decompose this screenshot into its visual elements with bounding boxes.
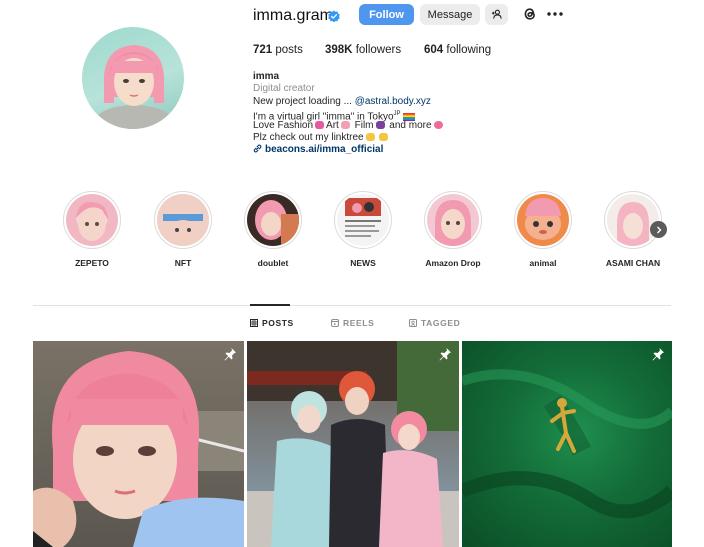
verified-badge-icon	[328, 10, 340, 23]
highlight-amazon-drop[interactable]	[424, 191, 482, 249]
highlight-label: ASAMI CHAN	[605, 258, 661, 268]
bio-category: Digital creator	[253, 83, 315, 94]
bio-line-2-suffix: JP	[393, 111, 401, 117]
highlight-doublet-thumb	[247, 194, 299, 246]
highlight-label: animal	[529, 258, 557, 268]
link-icon	[253, 144, 262, 153]
post-3-image	[462, 369, 672, 519]
bio-display-name: imma	[253, 71, 280, 82]
highlight-zepeto[interactable]	[63, 191, 121, 249]
tab-posts[interactable]: POSTS	[250, 318, 294, 328]
post-tile-2[interactable]	[247, 341, 459, 547]
following-count-label: following	[446, 44, 492, 56]
bio-line-4: Plz check out my linktree	[253, 132, 390, 144]
point-down-emoji-icon	[365, 133, 375, 142]
bio-mention-link[interactable]: @astral.body.xyz	[355, 96, 431, 107]
bio-line-3-c: Film	[354, 120, 374, 131]
bio-line-3-d: and more	[389, 120, 432, 131]
bio-line-4-text: Plz check out my linktree	[253, 132, 364, 143]
followers-count-value: 398K	[325, 44, 353, 56]
clapper-emoji-icon	[375, 121, 385, 130]
post-tile-1[interactable]	[33, 341, 244, 547]
message-button[interactable]: Message	[420, 4, 480, 25]
pinned-icon	[439, 348, 451, 361]
bio-link-text: beacons.ai/imma_official	[265, 144, 384, 155]
post-1-image	[33, 351, 244, 547]
highlight-label: NFT	[174, 258, 192, 268]
tab-reels-label: REELS	[343, 318, 375, 328]
profile-avatar[interactable]	[82, 27, 184, 129]
follow-button[interactable]: Follow	[359, 4, 414, 25]
following-count[interactable]: 604 following	[424, 44, 491, 56]
highlight-news[interactable]	[334, 191, 392, 249]
following-count-value: 604	[424, 44, 444, 56]
posts-count: 721 posts	[253, 44, 303, 56]
highlight-nft-thumb	[157, 194, 209, 246]
highlights-next-button[interactable]	[650, 221, 667, 238]
highlight-amazon-drop-thumb	[427, 194, 479, 246]
highlight-news-thumb	[337, 194, 389, 246]
add-user-icon	[491, 9, 502, 19]
profile-username: imma.gram	[253, 7, 334, 24]
followers-count-label: followers	[355, 44, 402, 56]
brain-emoji-icon	[433, 121, 443, 130]
highlight-animal[interactable]	[514, 191, 572, 249]
highlight-asami-chan[interactable]	[604, 191, 662, 249]
tab-tagged-label: TAGGED	[421, 318, 461, 328]
threads-icon[interactable]	[522, 6, 538, 22]
posts-count-value: 721	[253, 44, 273, 56]
tab-posts-label: POSTS	[262, 318, 294, 328]
post-2-image	[247, 341, 459, 547]
tagged-icon	[409, 319, 417, 327]
highlight-asami-chan-thumb	[607, 194, 659, 246]
highlight-label: doublet	[257, 258, 289, 268]
highlight-animal-thumb	[517, 194, 569, 246]
post-tile-3[interactable]	[462, 341, 672, 547]
point-down-emoji-icon-2	[378, 133, 388, 142]
tab-reels[interactable]: REELS	[331, 318, 374, 328]
highlight-zepeto-thumb	[66, 194, 118, 246]
highlight-doublet[interactable]	[244, 191, 302, 249]
grid-icon	[250, 319, 258, 327]
highlight-label: Amazon Drop	[425, 258, 481, 268]
tab-tagged[interactable]: TAGGED	[409, 318, 460, 328]
palette-emoji-icon	[340, 121, 350, 130]
bio-line-3: Love Fashion Art Film and more	[253, 120, 445, 132]
bio-line-1: New project loading ... @astral.body.xyz	[253, 96, 431, 108]
reels-icon	[331, 319, 339, 327]
highlight-label: ZEPETO	[75, 258, 109, 268]
pinned-icon	[224, 348, 236, 361]
highlight-label: NEWS	[350, 258, 376, 268]
chevron-right-icon	[656, 226, 661, 233]
bio-line-1-text: New project loading ...	[253, 96, 355, 107]
pinned-icon	[652, 348, 664, 361]
tabs-divider	[33, 305, 671, 306]
active-tab-indicator	[250, 304, 290, 306]
bio-line-3-a: Love Fashion	[253, 120, 314, 131]
posts-count-label: posts	[275, 44, 303, 56]
suggested-accounts-button[interactable]	[485, 4, 508, 25]
dress-emoji-icon	[315, 121, 325, 130]
highlight-nft[interactable]	[154, 191, 212, 249]
followers-count[interactable]: 398K followers	[325, 44, 401, 56]
more-options-icon[interactable]	[546, 6, 564, 22]
bio-line-3-b: Art	[326, 120, 339, 131]
bio-external-link[interactable]: beacons.ai/imma_official	[253, 144, 383, 156]
